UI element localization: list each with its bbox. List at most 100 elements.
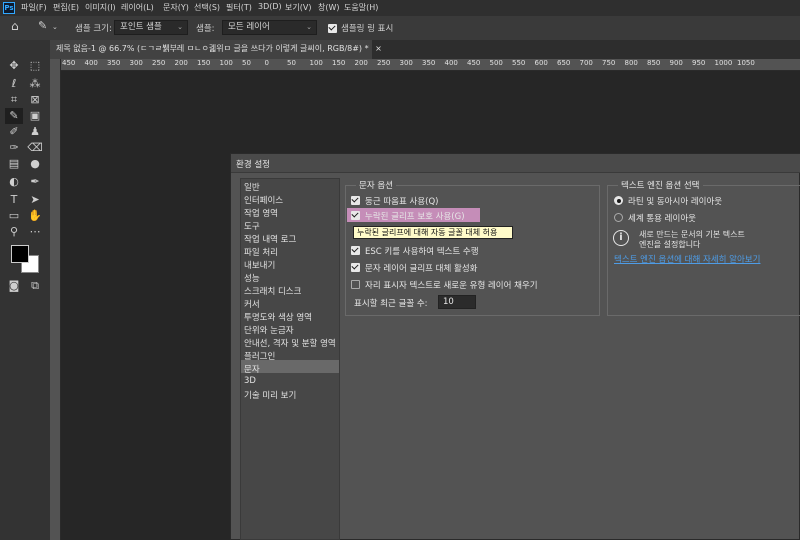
sample-select[interactable]: 모든 레이어 ⌄ xyxy=(222,20,317,35)
magic-wand-tool-icon[interactable]: ⁂ xyxy=(26,76,44,92)
horizontal-ruler[interactable]: 450 400 350 300 250 200 150 100 50 0 50 100 150 200 25… xyxy=(60,59,800,71)
category-history-log[interactable]: 작업 내역 로그 xyxy=(244,233,296,245)
recent-fonts-input[interactable]: 10 xyxy=(438,295,476,309)
dodge-tool-icon[interactable]: ◐ xyxy=(5,174,23,190)
esc-commit-checkbox[interactable] xyxy=(351,246,360,255)
ruler-tick-label: 250 xyxy=(152,59,166,67)
pen-tool-icon[interactable]: ✒ xyxy=(26,174,44,190)
ruler-tick-label: 250 xyxy=(377,59,391,67)
healing-brush-tool-icon[interactable]: ▣ xyxy=(26,108,44,124)
ruler-tick-label: 550 xyxy=(512,59,526,67)
eyedropper-icon[interactable]: ✎ xyxy=(38,19,47,32)
sample-value: 모든 레이어 xyxy=(228,22,270,32)
photoshop-logo-icon[interactable]: Ps xyxy=(3,2,15,14)
history-brush-tool-icon[interactable]: ✑ xyxy=(5,140,23,156)
ruler-tick-label: 300 xyxy=(399,59,413,67)
type-tool-icon[interactable]: T xyxy=(5,192,23,208)
category-tools[interactable]: 도구 xyxy=(244,220,260,232)
ruler-tick-label: 150 xyxy=(332,59,346,67)
category-workspace[interactable]: 작업 영역 xyxy=(244,207,278,219)
ruler-tick-label: 350 xyxy=(107,59,121,67)
foreground-color-swatch[interactable] xyxy=(11,245,29,263)
ruler-tick-label: 400 xyxy=(444,59,458,67)
dialog-title-bar[interactable] xyxy=(231,154,800,173)
menu-window[interactable]: 창(W) xyxy=(318,2,340,13)
learn-more-link[interactable]: 텍스트 엔진 옵션에 대해 자세히 알아보기 xyxy=(614,253,760,265)
category-scratch-disks[interactable]: 스크래치 디스크 xyxy=(244,285,301,297)
category-performance[interactable]: 성능 xyxy=(244,272,260,284)
category-plugins[interactable]: 플러그인 xyxy=(244,350,275,362)
sample-size-label: 샘플 크기: xyxy=(75,24,112,34)
close-tab-icon[interactable]: × xyxy=(375,44,382,53)
recent-fonts-label: 표시할 최근 글꼴 수: xyxy=(354,299,428,309)
category-type[interactable]: 문자 xyxy=(244,363,260,375)
placeholder-text-checkbox[interactable] xyxy=(351,280,360,289)
category-transparency-gamut[interactable]: 투명도와 색상 영역 xyxy=(244,311,312,323)
quick-mask-icon[interactable]: ◙ xyxy=(5,278,23,294)
category-interface[interactable]: 인터페이스 xyxy=(244,194,283,206)
menu-image[interactable]: 이미지(I) xyxy=(85,2,116,13)
world-ready-radio[interactable] xyxy=(614,213,623,222)
latin-east-asian-radio[interactable] xyxy=(614,196,623,205)
ruler-tick-label: 700 xyxy=(579,59,593,67)
frame-tool-icon[interactable]: ⊠ xyxy=(26,92,44,108)
glyph-alternates-checkbox[interactable] xyxy=(351,263,360,272)
category-general[interactable]: 일반 xyxy=(244,181,260,193)
category-file-handling[interactable]: 파일 처리 xyxy=(244,246,278,258)
menu-help[interactable]: 도움말(H) xyxy=(344,2,378,13)
path-selection-tool-icon[interactable]: ➤ xyxy=(26,192,44,208)
vertical-ruler[interactable] xyxy=(50,59,61,540)
chevron-down-icon: ⌄ xyxy=(177,23,183,31)
sample-size-select[interactable]: 포인트 샘플 ⌄ xyxy=(114,20,188,35)
ruler-tick-label: 650 xyxy=(557,59,571,67)
crop-tool-icon[interactable]: ⌗ xyxy=(5,92,23,108)
show-sampling-ring-checkbox[interactable] xyxy=(328,24,337,33)
category-3d[interactable]: 3D xyxy=(244,376,256,386)
menu-type[interactable]: 문자(Y) xyxy=(163,2,189,13)
ruler-tick-label: 800 xyxy=(624,59,638,67)
stamp-tool-icon[interactable]: ♟ xyxy=(26,124,44,140)
chevron-down-icon: ⌄ xyxy=(306,23,312,31)
shape-tool-icon[interactable]: ▭ xyxy=(5,208,23,224)
document-tab[interactable]: 제목 없음-1 @ 66.7% (ㄷㄱㄹ뷁부레 ㅁㄴㅇ궯위ㅁ 글을 쓰다가 이렇… xyxy=(50,40,382,59)
zoom-tool-icon[interactable]: ⚲ xyxy=(5,224,23,240)
menu-edit[interactable]: 편집(E) xyxy=(53,2,79,13)
eyedropper-tool-icon[interactable]: ✎ xyxy=(5,108,23,124)
missing-glyph-checkbox[interactable] xyxy=(351,211,360,220)
ruler-tick-label: 950 xyxy=(692,59,706,67)
ruler-tick-label: 750 xyxy=(602,59,616,67)
eraser-tool-icon[interactable]: ⌫ xyxy=(26,140,44,156)
ruler-tick-label: 400 xyxy=(84,59,98,67)
category-guides-grid-slices[interactable]: 안내선, 격자 및 분할 영역 xyxy=(244,337,336,349)
blur-tool-icon[interactable]: ● xyxy=(26,156,44,172)
menu-layer[interactable]: 레이어(L) xyxy=(121,2,154,13)
category-technology-previews[interactable]: 기술 미리 보기 xyxy=(244,389,296,401)
menu-3d[interactable]: 3D(D) xyxy=(258,2,282,11)
menu-file[interactable]: 파일(F) xyxy=(21,2,47,13)
gradient-tool-icon[interactable]: ▤ xyxy=(5,156,23,172)
menu-filter[interactable]: 필터(T) xyxy=(226,2,252,13)
tools-panel: ✥ ⬚ ℓ ⁂ ⌗ ⊠ ✎ ▣ ✐ ♟ ✑ ⌫ ▤ ● ◐ ✒ T ➤ ▭ ✋ … xyxy=(0,40,51,540)
show-sampling-ring-label: 샘플링 링 표시 xyxy=(341,24,394,34)
category-units-rulers[interactable]: 단위와 눈금자 xyxy=(244,324,294,336)
smart-quotes-label: 둥근 따옴표 사용(Q) xyxy=(365,197,439,207)
menu-select[interactable]: 선택(S) xyxy=(194,2,220,13)
lasso-tool-icon[interactable]: ℓ xyxy=(5,76,23,92)
move-tool-icon[interactable]: ✥ xyxy=(5,58,23,74)
category-export[interactable]: 내보내기 xyxy=(244,259,275,271)
ruler-tick-label: 900 xyxy=(669,59,683,67)
smart-quotes-checkbox[interactable] xyxy=(351,196,360,205)
more-tools-icon[interactable]: ⋯ xyxy=(26,224,44,240)
hand-tool-icon[interactable]: ✋ xyxy=(26,208,44,224)
missing-glyph-tooltip: 누락된 글리프에 대해 자동 글꼴 대체 허용 xyxy=(353,226,513,239)
type-options-title: 문자 옵션 xyxy=(356,179,396,191)
screen-mode-icon[interactable]: ⧉ xyxy=(26,278,44,294)
marquee-tool-icon[interactable]: ⬚ xyxy=(26,58,44,74)
engine-info-line2: 엔진을 설정합니다 xyxy=(639,240,701,249)
brush-tool-icon[interactable]: ✐ xyxy=(5,124,23,140)
home-icon[interactable]: ⌂ xyxy=(11,19,19,33)
category-cursors[interactable]: 커서 xyxy=(244,298,260,310)
menu-view[interactable]: 보기(V) xyxy=(285,2,311,13)
tool-preset-chevron-icon[interactable]: ⌄ xyxy=(52,23,58,31)
document-tab-title: 제목 없음-1 @ 66.7% (ㄷㄱㄹ뷁부레 ㅁㄴㅇ궯위ㅁ 글을 쓰다가 이렇… xyxy=(56,44,369,53)
